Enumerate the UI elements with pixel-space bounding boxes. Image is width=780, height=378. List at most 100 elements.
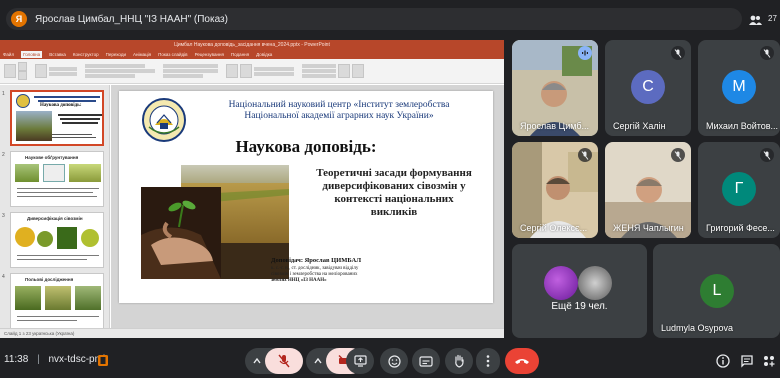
topic-line-3: контексті національних [334, 193, 454, 205]
activities-icon[interactable] [762, 354, 776, 368]
tile-name: Михаил Войтов... [706, 121, 779, 131]
ribbon-tab[interactable]: Файл [3, 52, 14, 57]
ribbon-tab[interactable]: Анімація [133, 52, 151, 57]
slide-thumbnail-3[interactable]: Диверсифікація сівозмін [10, 212, 104, 268]
slide-thumbnail-4[interactable]: Польові дослідження [10, 273, 104, 329]
org-line-2: Національної академії аграрних наук Укра… [244, 111, 434, 121]
cut-button[interactable] [18, 62, 27, 71]
thumb-number: 3 [2, 213, 5, 219]
paste-button[interactable] [4, 64, 16, 78]
emoji-icon [387, 354, 401, 368]
mic-off-icon [671, 46, 685, 60]
speaker-label: Доповідач: Ярослав ЦИМБАЛ [271, 257, 362, 264]
topic-line-2: диверсифікованих сівозмін у [322, 180, 466, 192]
mic-off-icon [671, 148, 685, 162]
thumb-caption: Польові дослідження [25, 277, 74, 282]
topic-line-1: Теоретичні засади формування [316, 167, 472, 179]
participant-avatar: Г [722, 172, 756, 206]
shared-screen: Цимбал Наукова доповідь_засідання вчена_… [0, 40, 504, 338]
speaker-info: к. с.-г. н., ст. дослідник, завідувач ві… [271, 266, 421, 284]
tile-name: Ярослав Цимб... [520, 121, 589, 131]
org-line-1: Національний науковий центр «Інститут зе… [228, 100, 450, 110]
present-screen-icon [353, 355, 367, 367]
present-button[interactable] [346, 348, 374, 374]
mic-off-icon [578, 148, 592, 162]
mic-off-icon [760, 148, 774, 162]
participant-tile-serhii-khalin[interactable]: С Сергій Халін [605, 40, 691, 136]
meeting-code-icon[interactable] [97, 354, 109, 367]
dictate-button[interactable] [338, 64, 350, 78]
raise-hand-button[interactable] [445, 348, 473, 374]
people-icon[interactable] [748, 14, 762, 26]
tile-name: Ludmyla Osypova [661, 323, 734, 333]
mic-toggle-button[interactable] [265, 348, 303, 374]
presenter-avatar: Я [11, 11, 27, 27]
tile-name: Сергій Олексє... [520, 223, 588, 233]
thumb-caption: Наукове обґрунтування [25, 155, 79, 160]
more-vert-icon [486, 355, 490, 367]
tile-name: Сергій Халін [613, 121, 666, 131]
participant-tile-serhii-oleksiev[interactable]: Сергій Олексє... [512, 142, 598, 238]
participant-tile-ludmyla-osypova[interactable]: L Ludmyla Osypova [653, 244, 780, 338]
current-slide[interactable]: Національний науковий центр «Інститут зе… [119, 91, 493, 303]
meeting-details-icon[interactable] [716, 354, 730, 368]
captions-icon [419, 355, 433, 367]
mic-off-icon [760, 46, 774, 60]
participant-tile-zhenia-chaplygin[interactable]: ЖЕНЯ Чаплыгин [605, 142, 691, 238]
slide-thumbnails[interactable]: 1 Наукова доповідь: 2 Наукове обґрунтува… [0, 85, 110, 329]
presentation-banner[interactable]: Я Ярослав Цимбал_ННЦ "ІЗ НААН" (Показ) [6, 8, 742, 30]
chevron-up-icon[interactable] [253, 358, 261, 364]
participant-tile-mykhailo-voitov[interactable]: М Михаил Войтов... [698, 40, 780, 136]
ribbon-tab-active[interactable]: Головна [21, 51, 43, 58]
reactions-button[interactable] [380, 348, 408, 374]
copy-button[interactable] [18, 71, 27, 80]
ribbon-tab[interactable]: Переходи [106, 52, 126, 57]
participant-tile-yaroslav[interactable]: Ярослав Цимб... [512, 40, 598, 136]
leave-call-button[interactable] [505, 348, 539, 374]
thumb-number: 1 [2, 91, 5, 97]
powerpoint-title-bar: Цимбал Наукова доповідь_засідання вчена_… [0, 40, 504, 50]
ribbon-tab[interactable]: Показ слайдів [158, 52, 187, 57]
ribbon-tab[interactable]: Рецензування [195, 52, 224, 57]
powerpoint-status-bar: Слайд 1 з 23 українська (Україна) [0, 328, 504, 338]
audio-wave-icon [582, 50, 588, 56]
thumb-number: 4 [2, 274, 5, 280]
bottom-controls: 11:38 | nvx-tdsc-pmi [0, 342, 780, 378]
more-options-button[interactable] [476, 348, 500, 374]
captions-button[interactable] [412, 348, 440, 374]
hand-icon [455, 354, 464, 368]
chevron-up-icon[interactable] [314, 358, 322, 364]
mic-off-icon [278, 354, 290, 368]
participant-avatar: С [631, 70, 665, 104]
clock-time: 11:38 [4, 354, 29, 365]
thumb-number: 2 [2, 152, 5, 158]
ribbon-group-font [85, 61, 155, 81]
slide-editor: Національний науковий центр «Інститут зе… [111, 85, 504, 328]
slide-thumbnail-1[interactable]: Наукова доповідь: [10, 90, 104, 146]
slide-heading: Наукова доповідь: [235, 137, 377, 156]
arrange-button[interactable] [240, 64, 252, 78]
participant-avatar: М [722, 70, 756, 104]
participant-avatar [544, 266, 578, 300]
tile-name: ЖЕНЯ Чаплыгин [613, 223, 684, 233]
powerpoint-workspace: 1 Наукова доповідь: 2 Наукове обґрунтува… [0, 85, 504, 338]
ribbon-group-drawing [226, 61, 294, 81]
shapes-button[interactable] [226, 64, 238, 78]
ribbon-tab[interactable]: Подання [231, 52, 249, 57]
meet-window: Я Ярослав Цимбал_ННЦ "ІЗ НААН" (Показ) 2… [0, 0, 780, 378]
ribbon-tabs: Файл Головна Вставка Конструктор Переход… [0, 50, 504, 59]
ribbon-tab[interactable]: Конструктор [73, 52, 99, 57]
ribbon-tab[interactable]: Вставка [49, 52, 66, 57]
ribbon-group-editing [302, 61, 364, 81]
ribbon-tab[interactable]: Довідка [256, 52, 272, 57]
new-slide-button[interactable] [35, 64, 47, 78]
slide-thumbnail-2[interactable]: Наукове обґрунтування [10, 151, 104, 207]
top-bar: Я Ярослав Цимбал_ННЦ "ІЗ НААН" (Показ) 2… [0, 6, 780, 32]
ribbon-group-clipboard [4, 61, 27, 81]
more-participants-tile[interactable]: Ещё 19 чел. [512, 244, 647, 338]
speaker-line-3: землях ННЦ «ІЗ НААН» [271, 278, 327, 283]
participant-avatar [578, 266, 612, 300]
participant-tile-hryhorii-fesenko[interactable]: Г Григорий Фесе... [698, 142, 780, 238]
designer-button[interactable] [352, 64, 364, 78]
chat-icon[interactable] [740, 354, 754, 368]
